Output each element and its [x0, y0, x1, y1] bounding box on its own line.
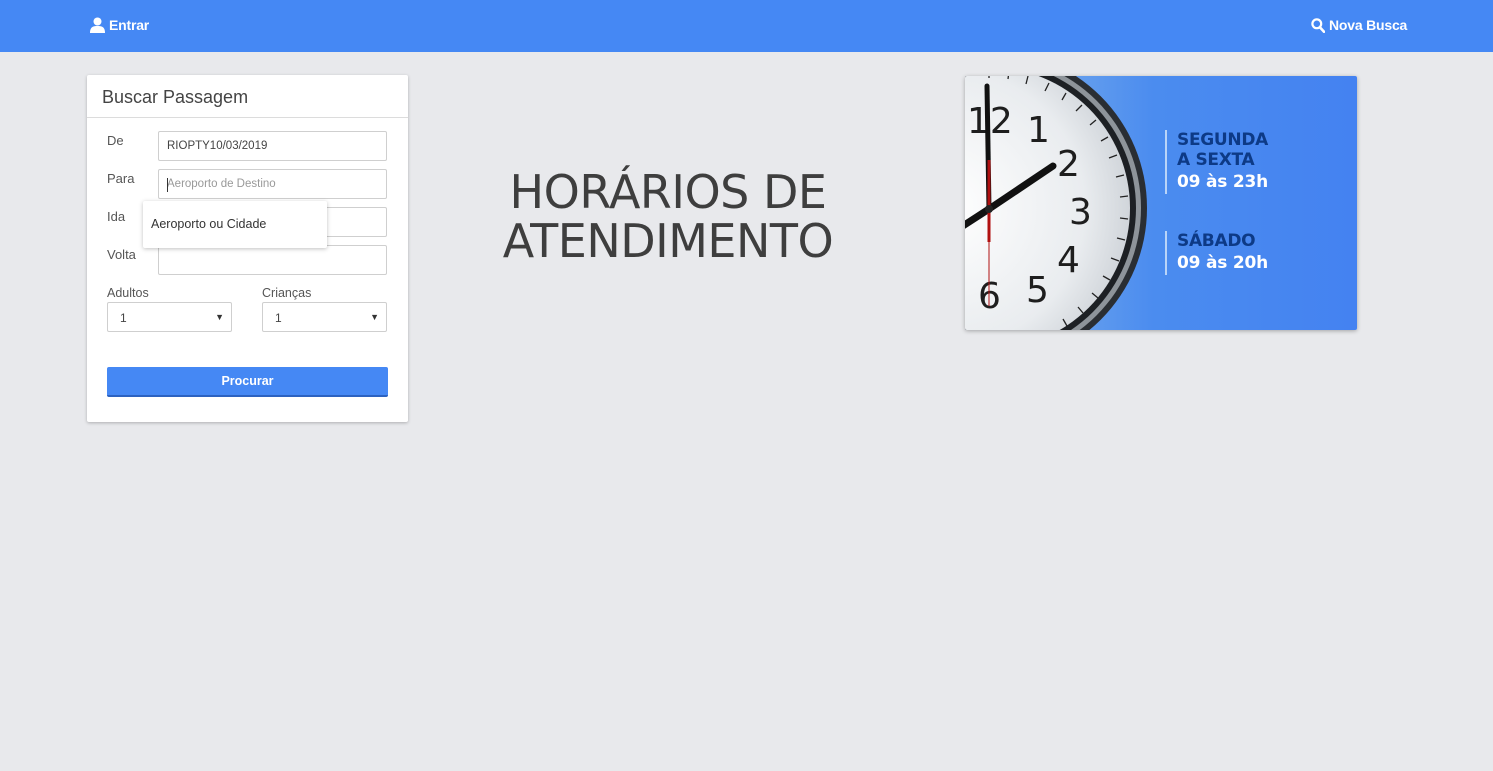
svg-text:4: 4 — [1057, 240, 1080, 281]
return-date-input[interactable] — [158, 245, 387, 275]
saturday-title: SÁBADO — [1177, 231, 1256, 251]
login-label: Entrar — [109, 17, 150, 33]
new-search-label: Nova Busca — [1329, 17, 1408, 33]
search-card: Buscar Passagem De Para Ida Volta Aeropo… — [87, 75, 408, 422]
weekday-title-line-1: SEGUNDA — [1177, 130, 1269, 150]
chevron-down-icon: ▼ — [370, 312, 379, 322]
from-input[interactable] — [158, 131, 387, 161]
svg-text:1: 1 — [1027, 110, 1050, 151]
saturday-hours-block: SÁBADO 09 às 20h — [1165, 231, 1268, 275]
svg-text:2: 2 — [1057, 144, 1080, 185]
autocomplete-option[interactable]: Aeroporto ou Cidade — [143, 201, 327, 248]
from-label: De — [107, 133, 124, 148]
children-select[interactable]: 1 ▼ — [262, 302, 387, 332]
svg-text:5: 5 — [1026, 270, 1049, 311]
svg-text:3: 3 — [1069, 192, 1092, 233]
heading-line-1: HORÁRIOS DE — [509, 165, 827, 219]
children-label: Crianças — [262, 286, 312, 300]
adults-value: 1 — [120, 311, 127, 325]
to-input[interactable] — [158, 169, 387, 199]
weekday-title-line-2: A SEXTA — [1177, 150, 1255, 170]
departure-label: Ida — [107, 209, 126, 224]
new-search-link[interactable]: Nova Busca — [1311, 15, 1407, 35]
chevron-down-icon: ▼ — [215, 312, 224, 322]
adults-label: Adultos — [107, 286, 149, 300]
return-label: Volta — [107, 247, 136, 262]
card-title: Buscar Passagem — [87, 75, 408, 118]
top-navbar: Entrar Nova Busca — [0, 0, 1493, 52]
user-icon — [90, 17, 105, 33]
service-hours-heading: HORÁRIOS DE ATENDIMENTO — [478, 168, 858, 266]
search-icon — [1311, 17, 1325, 33]
to-label: Para — [107, 171, 135, 186]
adults-select[interactable]: 1 ▼ — [107, 302, 232, 332]
text-cursor — [167, 178, 168, 192]
service-hours-banner: 12 1 2 3 4 5 6 SEGUNDA A SEXTA 09 às 23h… — [965, 76, 1357, 330]
login-link[interactable]: Entrar — [90, 15, 149, 35]
heading-line-2: ATENDIMENTO — [502, 214, 834, 268]
children-value: 1 — [275, 311, 282, 325]
weekday-hours-block: SEGUNDA A SEXTA 09 às 23h — [1165, 130, 1268, 194]
saturday-hours: 09 às 20h — [1177, 253, 1269, 273]
clock-image: 12 1 2 3 4 5 6 — [965, 76, 1147, 330]
search-button[interactable]: Procurar — [107, 367, 388, 397]
weekday-hours: 09 às 23h — [1177, 172, 1269, 192]
